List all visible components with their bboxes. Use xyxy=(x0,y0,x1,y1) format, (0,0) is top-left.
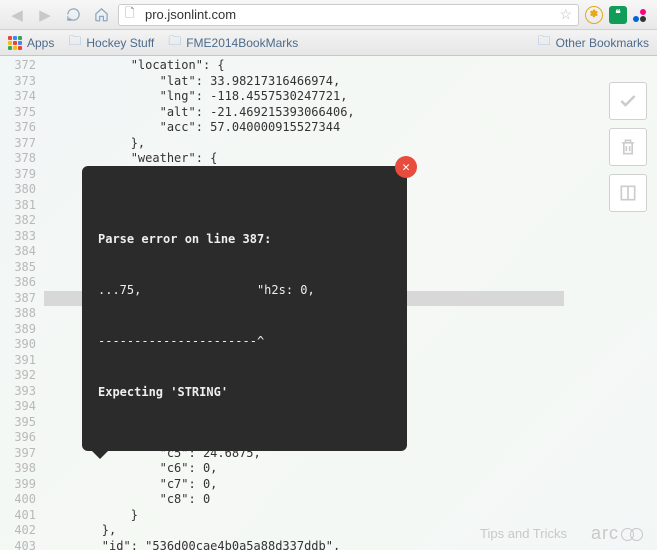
footer: Tips and Tricks arc xyxy=(480,523,643,544)
apps-label: Apps xyxy=(27,36,54,50)
extension-icon-1[interactable]: ✽ xyxy=(585,6,603,24)
code-line[interactable]: "acc": 57.040000915527344 xyxy=(44,120,657,136)
error-tooltip: ✕ Parse error on line 387: ...75, "h2s: … xyxy=(82,166,407,451)
code-line[interactable]: "c8": 0 xyxy=(44,492,657,508)
code-line[interactable]: "location": { xyxy=(44,58,657,74)
folder-icon: 🗀 xyxy=(168,32,181,54)
logo-text: arc xyxy=(591,523,619,544)
error-line: ...75, "h2s: 0, xyxy=(98,282,391,299)
folder-icon: 🗀 xyxy=(68,32,81,54)
reload-button[interactable] xyxy=(62,4,84,26)
browser-nav-bar: ◀ ▶ 🗋 pro.jsonlint.com ☆ ✽ ❝ xyxy=(0,0,657,30)
compare-button[interactable] xyxy=(609,174,647,212)
editor-toolbar xyxy=(609,82,647,212)
code-line[interactable]: } xyxy=(44,508,657,524)
validate-button[interactable] xyxy=(609,82,647,120)
error-line: Parse error on line 387: xyxy=(98,231,391,248)
home-button[interactable] xyxy=(90,4,112,26)
flickr-icon[interactable] xyxy=(633,6,651,24)
editor: 3723733743753763773783793803813823833843… xyxy=(0,56,657,550)
code-line[interactable]: "alt": -21.469215393066406, xyxy=(44,105,657,121)
other-bookmarks[interactable]: 🗀 Other Bookmarks xyxy=(538,32,649,54)
code-line[interactable]: "lng": -118.4557530247721, xyxy=(44,89,657,105)
page-icon: 🗋 xyxy=(125,4,139,25)
clear-button[interactable] xyxy=(609,128,647,166)
bookmark-folder-fme[interactable]: 🗀 FME2014BookMarks xyxy=(168,32,298,54)
back-button[interactable]: ◀ xyxy=(6,4,28,26)
bookmark-label: FME2014BookMarks xyxy=(186,36,298,50)
check-icon xyxy=(618,91,638,111)
close-icon[interactable]: ✕ xyxy=(395,156,417,178)
bookmark-label: Other Bookmarks xyxy=(556,36,649,50)
url-text: pro.jsonlint.com xyxy=(145,7,559,22)
error-line: ----------------------^ xyxy=(98,333,391,350)
apps-button[interactable]: Apps xyxy=(8,36,54,50)
error-line: Expecting 'STRING' xyxy=(98,384,391,401)
code-line[interactable]: "c6": 0, xyxy=(44,461,657,477)
bookmark-star-icon[interactable]: ☆ xyxy=(559,6,572,23)
code-line[interactable]: "c7": 0, xyxy=(44,477,657,493)
infinity-icon xyxy=(621,527,643,541)
columns-icon xyxy=(618,183,638,203)
trash-icon xyxy=(618,137,638,157)
bookmarks-bar: Apps 🗀 Hockey Stuff 🗀 FME2014BookMarks 🗀… xyxy=(0,30,657,56)
apps-grid-icon xyxy=(8,36,22,50)
tips-link[interactable]: Tips and Tricks xyxy=(480,526,567,541)
code-line[interactable]: "lat": 33.98217316466974, xyxy=(44,74,657,90)
folder-icon: 🗀 xyxy=(538,32,551,54)
code-line[interactable]: "weather": { xyxy=(44,151,657,167)
arcgo-logo: arc xyxy=(591,523,643,544)
bookmark-label: Hockey Stuff xyxy=(86,36,154,50)
hangouts-icon[interactable]: ❝ xyxy=(609,6,627,24)
code-line[interactable]: }, xyxy=(44,136,657,152)
bookmark-folder-hockey[interactable]: 🗀 Hockey Stuff xyxy=(68,32,154,54)
forward-button[interactable]: ▶ xyxy=(34,4,56,26)
line-gutter: 3723733743753763773783793803813823833843… xyxy=(0,58,44,550)
url-bar[interactable]: 🗋 pro.jsonlint.com ☆ xyxy=(118,4,579,26)
